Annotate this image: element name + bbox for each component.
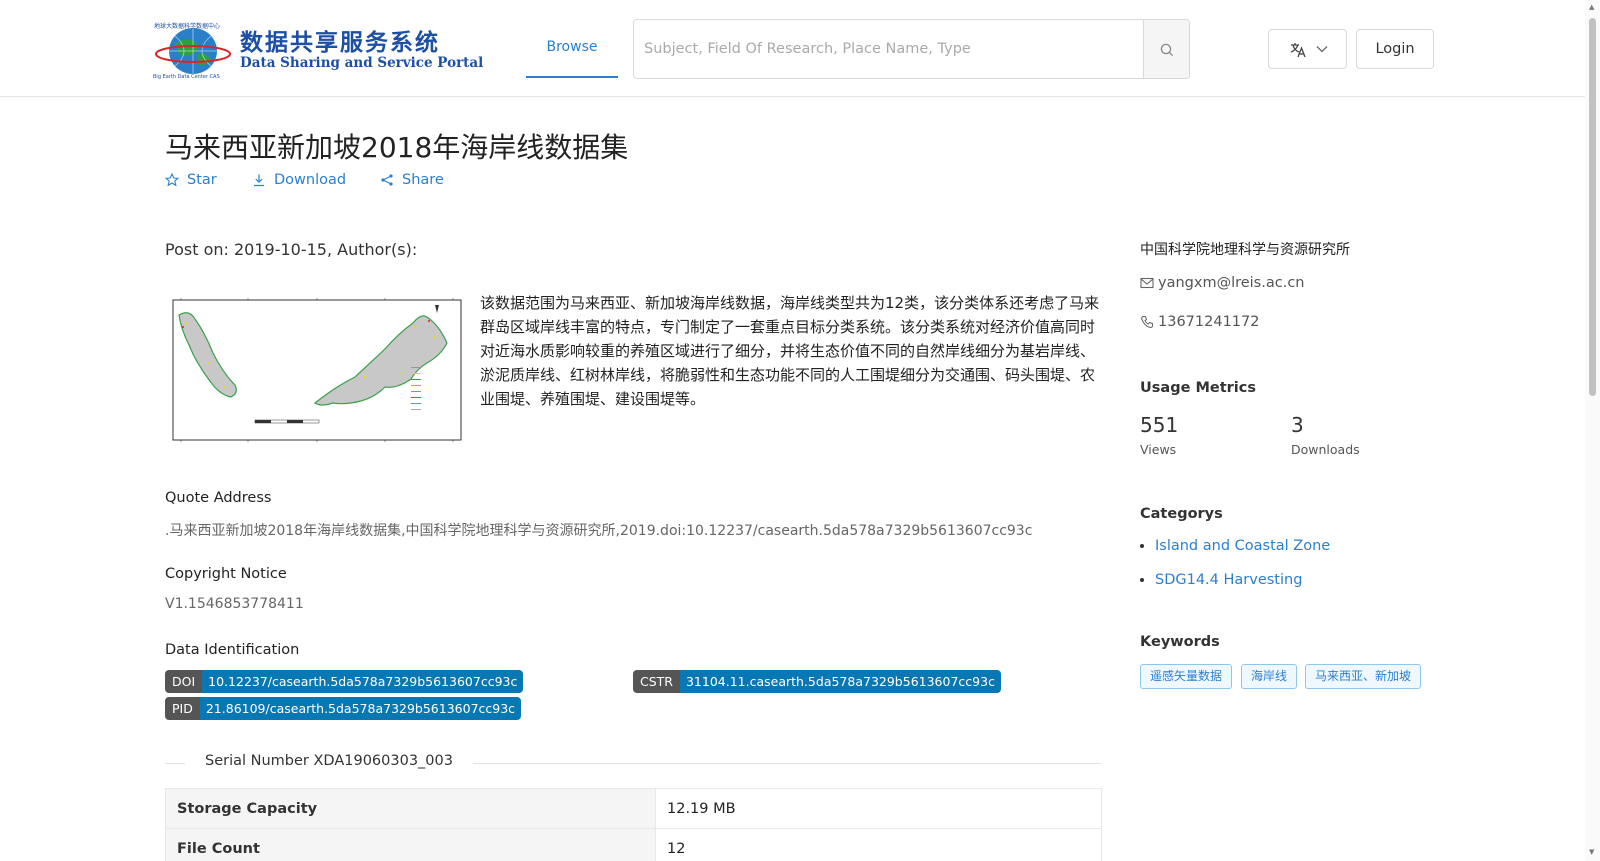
scroll-thumb[interactable]	[1589, 18, 1596, 396]
cstr-badge[interactable]: CSTR 31104.11.casearth.5da578a7329b56136…	[633, 670, 1001, 693]
pid-badge-key: PID	[165, 697, 200, 720]
downloads-label: Downloads	[1291, 442, 1360, 457]
keyword-tag[interactable]: 遥感矢量数据	[1140, 664, 1233, 689]
share-label: Share	[402, 172, 444, 188]
download-icon	[254, 174, 264, 187]
serial-number: Serial Number XDA19060303_003	[185, 753, 473, 769]
logo-title: 数据共享服务系统	[240, 30, 440, 56]
usage-metrics-heading: Usage Metrics	[1140, 380, 1256, 396]
keyword-tag[interactable]: 马来西亚、新加坡	[1305, 664, 1422, 689]
mail-icon	[1140, 277, 1154, 289]
download-label: Download	[274, 172, 347, 188]
search-button[interactable]	[1143, 19, 1190, 79]
data-identification-label: Data Identification	[165, 642, 300, 658]
keywords-heading: Keywords	[1140, 634, 1220, 650]
phone-icon	[1141, 316, 1153, 329]
translate-icon	[1290, 43, 1306, 58]
organization-name: 中国科学院地理科学与资源研究所	[1140, 242, 1350, 258]
search-input[interactable]	[634, 20, 1143, 78]
category-label: Island and Coastal Zone	[1155, 538, 1331, 554]
chevron-down-icon	[1316, 46, 1328, 53]
categories-heading: Categorys	[1140, 506, 1223, 522]
language-switch-button[interactable]	[1268, 29, 1347, 69]
contact-phone: 13671241172	[1140, 314, 1259, 330]
site-logo[interactable]: 地球大数据科学数据中心 数据共享服务系统 Data Sharing and Se…	[153, 18, 483, 80]
copyright-value: V1.1546853778411	[165, 596, 304, 612]
scroll-down-arrow-icon[interactable]: ▼	[1589, 848, 1594, 856]
table-cell-value: 12	[655, 828, 1102, 861]
bullet-icon	[1140, 578, 1144, 582]
category-label: SDG14.4 Harvesting	[1155, 572, 1303, 588]
views-label: Views	[1140, 442, 1177, 457]
post-date-authors: Post on: 2019-10-15, Author(s):	[165, 240, 418, 259]
cstr-badge-key: CSTR	[633, 670, 680, 693]
table-row: Storage Capacity 12.19 MB	[165, 788, 1102, 829]
pid-badge-value: 21.86109/casearth.5da578a7329b5613607cc9…	[199, 697, 522, 720]
doi-badge[interactable]: DOI 10.12237/casearth.5da578a7329b561360…	[165, 670, 524, 693]
share-icon	[381, 174, 393, 186]
table-cell-key: Storage Capacity	[165, 788, 656, 829]
dataset-description: 该数据范围为马来西亚、新加坡海岸线数据，海岸线类型共为12类，该分类体系还考虑了…	[480, 294, 1100, 408]
contact-email[interactable]: yangxm@lreis.ac.cn	[1140, 275, 1304, 291]
logo-subtitle: Data Sharing and Service Portal	[240, 55, 484, 71]
logo-tiny-cn: 地球大数据科学数据中心	[154, 23, 221, 30]
contact-phone-text: 13671241172	[1158, 314, 1260, 330]
downloads-count: 3	[1291, 413, 1304, 437]
logo-tiny-en: Big Earth Data Center CAS	[153, 74, 220, 80]
keyword-tag[interactable]: 海岸线	[1241, 664, 1298, 689]
category-link-island-coastal[interactable]: Island and Coastal Zone	[1140, 538, 1330, 554]
star-button[interactable]: Star	[165, 172, 217, 188]
copyright-label: Copyright Notice	[165, 566, 287, 582]
views-count: 551	[1140, 413, 1179, 437]
pid-badge[interactable]: PID 21.86109/casearth.5da578a7329b561360…	[165, 697, 522, 720]
top-header: 地球大数据科学数据中心 数据共享服务系统 Data Sharing and Se…	[0, 0, 1585, 97]
doi-badge-key: DOI	[165, 670, 203, 693]
dataset-info-table: Storage Capacity 12.19 MB File Count 12	[165, 788, 1102, 861]
quote-address-label: Quote Address	[165, 490, 272, 506]
table-cell-value: 12.19 MB	[655, 788, 1102, 829]
quote-address-value: .马来西亚新加坡2018年海岸线数据集,中国科学院地理科学与资源研究所,2019…	[165, 523, 1033, 539]
share-button[interactable]: Share	[380, 172, 444, 188]
scroll-up-arrow-icon[interactable]: ▲	[1589, 3, 1594, 11]
login-button[interactable]: Login	[1356, 29, 1434, 69]
star-label: Star	[187, 172, 217, 188]
search-icon	[1160, 43, 1174, 57]
table-cell-key: File Count	[165, 828, 656, 861]
globe-logo-icon	[155, 28, 231, 74]
page-title: 马来西亚新加坡2018年海岸线数据集	[165, 131, 629, 164]
table-row: File Count 12	[165, 828, 1102, 861]
doi-badge-value: 10.12237/casearth.5da578a7329b5613607cc9…	[202, 670, 524, 693]
nav-browse-tab[interactable]: Browse	[526, 26, 618, 78]
cstr-badge-value: 31104.11.casearth.5da578a7329b5613607cc9…	[679, 670, 1001, 693]
page-scrollbar[interactable]: ▲ ▼	[1585, 0, 1600, 861]
bullet-icon	[1140, 544, 1144, 548]
download-button[interactable]: Download	[252, 172, 346, 188]
search-field[interactable]	[633, 19, 1144, 79]
contact-email-text: yangxm@lreis.ac.cn	[1158, 275, 1305, 291]
category-link-sdg14[interactable]: SDG14.4 Harvesting	[1140, 572, 1302, 588]
star-icon	[165, 173, 179, 187]
dataset-thumbnail-map[interactable]	[165, 293, 467, 445]
